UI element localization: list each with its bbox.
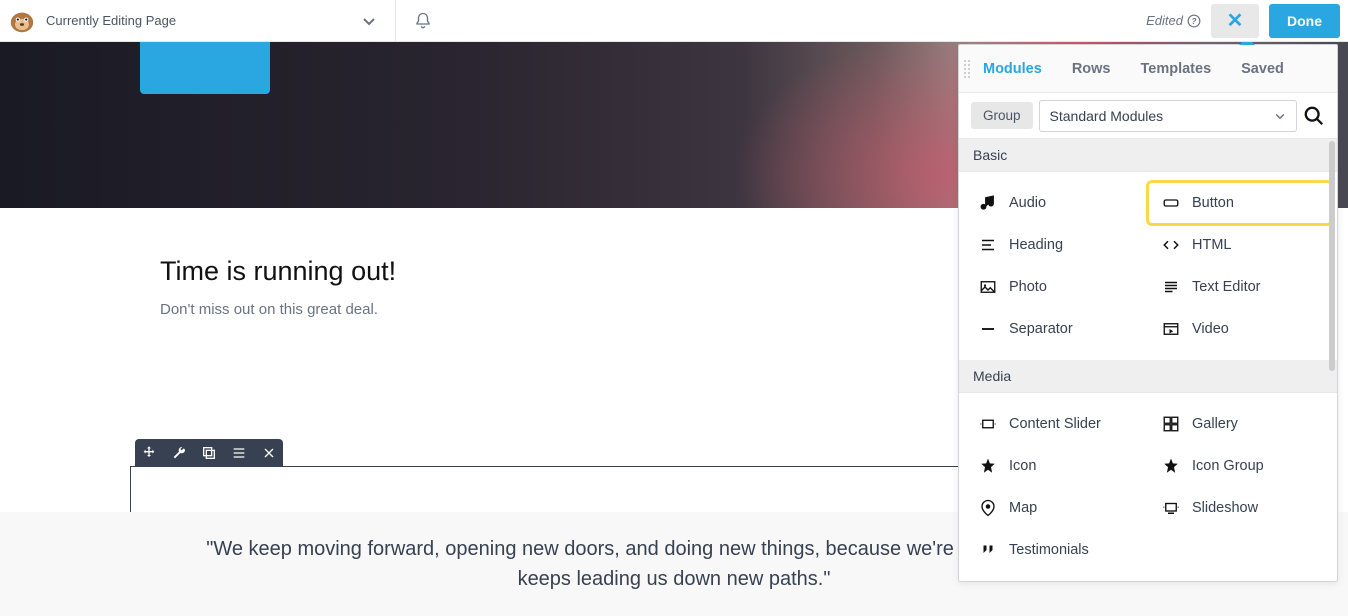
edited-label: Edited	[1146, 13, 1183, 28]
module-label: HTML	[1192, 237, 1231, 253]
module-item-icon-group[interactable]: Icon Group	[1148, 445, 1331, 487]
module-grid: Content Slider Gallery Icon Icon Group Map Sl…	[959, 393, 1337, 581]
move-icon[interactable]	[141, 445, 157, 461]
search-icon[interactable]	[1303, 105, 1325, 127]
drag-handle-icon[interactable]	[963, 59, 971, 79]
module-item-audio[interactable]: Audio	[965, 182, 1148, 224]
module-label: Gallery	[1192, 416, 1238, 432]
copy-icon[interactable]	[201, 445, 217, 461]
module-item-separator[interactable]: Separator	[965, 308, 1148, 350]
chevron-down-icon	[1274, 110, 1286, 122]
html-icon	[1162, 236, 1180, 254]
module-label: Photo	[1009, 279, 1047, 295]
module-grid: Audio Button Heading HTML Photo Text Editor Se…	[959, 172, 1337, 360]
bell-icon[interactable]	[414, 12, 432, 30]
scrollbar[interactable]	[1329, 141, 1335, 371]
panel-tabs: Modules Rows Templates Saved	[959, 45, 1337, 93]
separator-icon	[979, 320, 997, 338]
close-icon[interactable]	[261, 445, 277, 461]
module-item-testimonials[interactable]: Testimonials	[965, 529, 1148, 571]
module-item-video[interactable]: Video	[1148, 308, 1331, 350]
tab-saved[interactable]: Saved	[1241, 61, 1284, 77]
tab-rows[interactable]: Rows	[1072, 61, 1111, 77]
section-heading[interactable]: Media	[959, 360, 1337, 393]
module-label: Slideshow	[1192, 500, 1258, 516]
photo-icon	[979, 278, 997, 296]
button-icon	[1162, 194, 1180, 212]
module-item-text-editor[interactable]: Text Editor	[1148, 266, 1331, 308]
module-group-select[interactable]: Standard Modules	[1039, 100, 1297, 132]
texteditor-icon	[1162, 278, 1180, 296]
module-label: Audio	[1009, 195, 1046, 211]
module-label: Map	[1009, 500, 1037, 516]
tab-modules[interactable]: Modules	[983, 61, 1042, 77]
group-label[interactable]: Group	[971, 102, 1033, 129]
module-item-photo[interactable]: Photo	[965, 266, 1148, 308]
quote-icon	[979, 541, 997, 559]
chevron-down-icon[interactable]	[361, 13, 377, 29]
heading-icon	[979, 236, 997, 254]
done-button[interactable]: Done	[1269, 4, 1340, 38]
slider-icon	[979, 415, 997, 433]
module-label: Content Slider	[1009, 416, 1101, 432]
slideshow-icon	[1162, 499, 1180, 517]
module-item-content-slider[interactable]: Content Slider	[965, 403, 1148, 445]
module-label: Testimonials	[1009, 542, 1089, 558]
logo-icon	[8, 7, 36, 35]
hero-button[interactable]	[140, 42, 270, 94]
separator	[395, 0, 396, 42]
module-label: Video	[1192, 321, 1229, 337]
module-item-button[interactable]: Button	[1148, 182, 1331, 224]
module-item-icon[interactable]: Icon	[965, 445, 1148, 487]
wrench-icon[interactable]	[171, 445, 187, 461]
module-label: Icon	[1009, 458, 1036, 474]
gallery-icon	[1162, 415, 1180, 433]
module-label: Heading	[1009, 237, 1063, 253]
svg-text:?: ?	[1192, 16, 1197, 25]
module-label: Separator	[1009, 321, 1073, 337]
module-label: Icon Group	[1192, 458, 1264, 474]
close-button[interactable]: ✕	[1211, 4, 1259, 38]
map-icon	[979, 499, 997, 517]
star-icon	[979, 457, 997, 475]
tab-templates[interactable]: Templates	[1140, 61, 1211, 77]
modules-panel: Modules Rows Templates Saved Group Stand…	[958, 44, 1338, 582]
module-item-gallery[interactable]: Gallery	[1148, 403, 1331, 445]
star-icon	[1162, 457, 1180, 475]
select-value: Standard Modules	[1050, 108, 1164, 124]
module-label: Text Editor	[1192, 279, 1261, 295]
help-icon[interactable]: ?	[1187, 14, 1201, 28]
menu-icon[interactable]	[231, 445, 247, 461]
module-item-map[interactable]: Map	[965, 487, 1148, 529]
section-heading[interactable]: Basic	[959, 139, 1337, 172]
video-icon	[1162, 320, 1180, 338]
module-item-html[interactable]: HTML	[1148, 224, 1331, 266]
page-title[interactable]: Currently Editing Page	[46, 13, 176, 28]
row-toolbar	[135, 439, 283, 467]
topbar: Currently Editing Page Edited ? ✕ Done	[0, 0, 1348, 42]
audio-icon	[979, 194, 997, 212]
module-item-heading[interactable]: Heading	[965, 224, 1148, 266]
filter-row: Group Standard Modules	[959, 93, 1337, 139]
module-item-slideshow[interactable]: Slideshow	[1148, 487, 1331, 529]
edited-status: Edited ?	[1146, 13, 1201, 28]
module-label: Button	[1192, 195, 1234, 211]
